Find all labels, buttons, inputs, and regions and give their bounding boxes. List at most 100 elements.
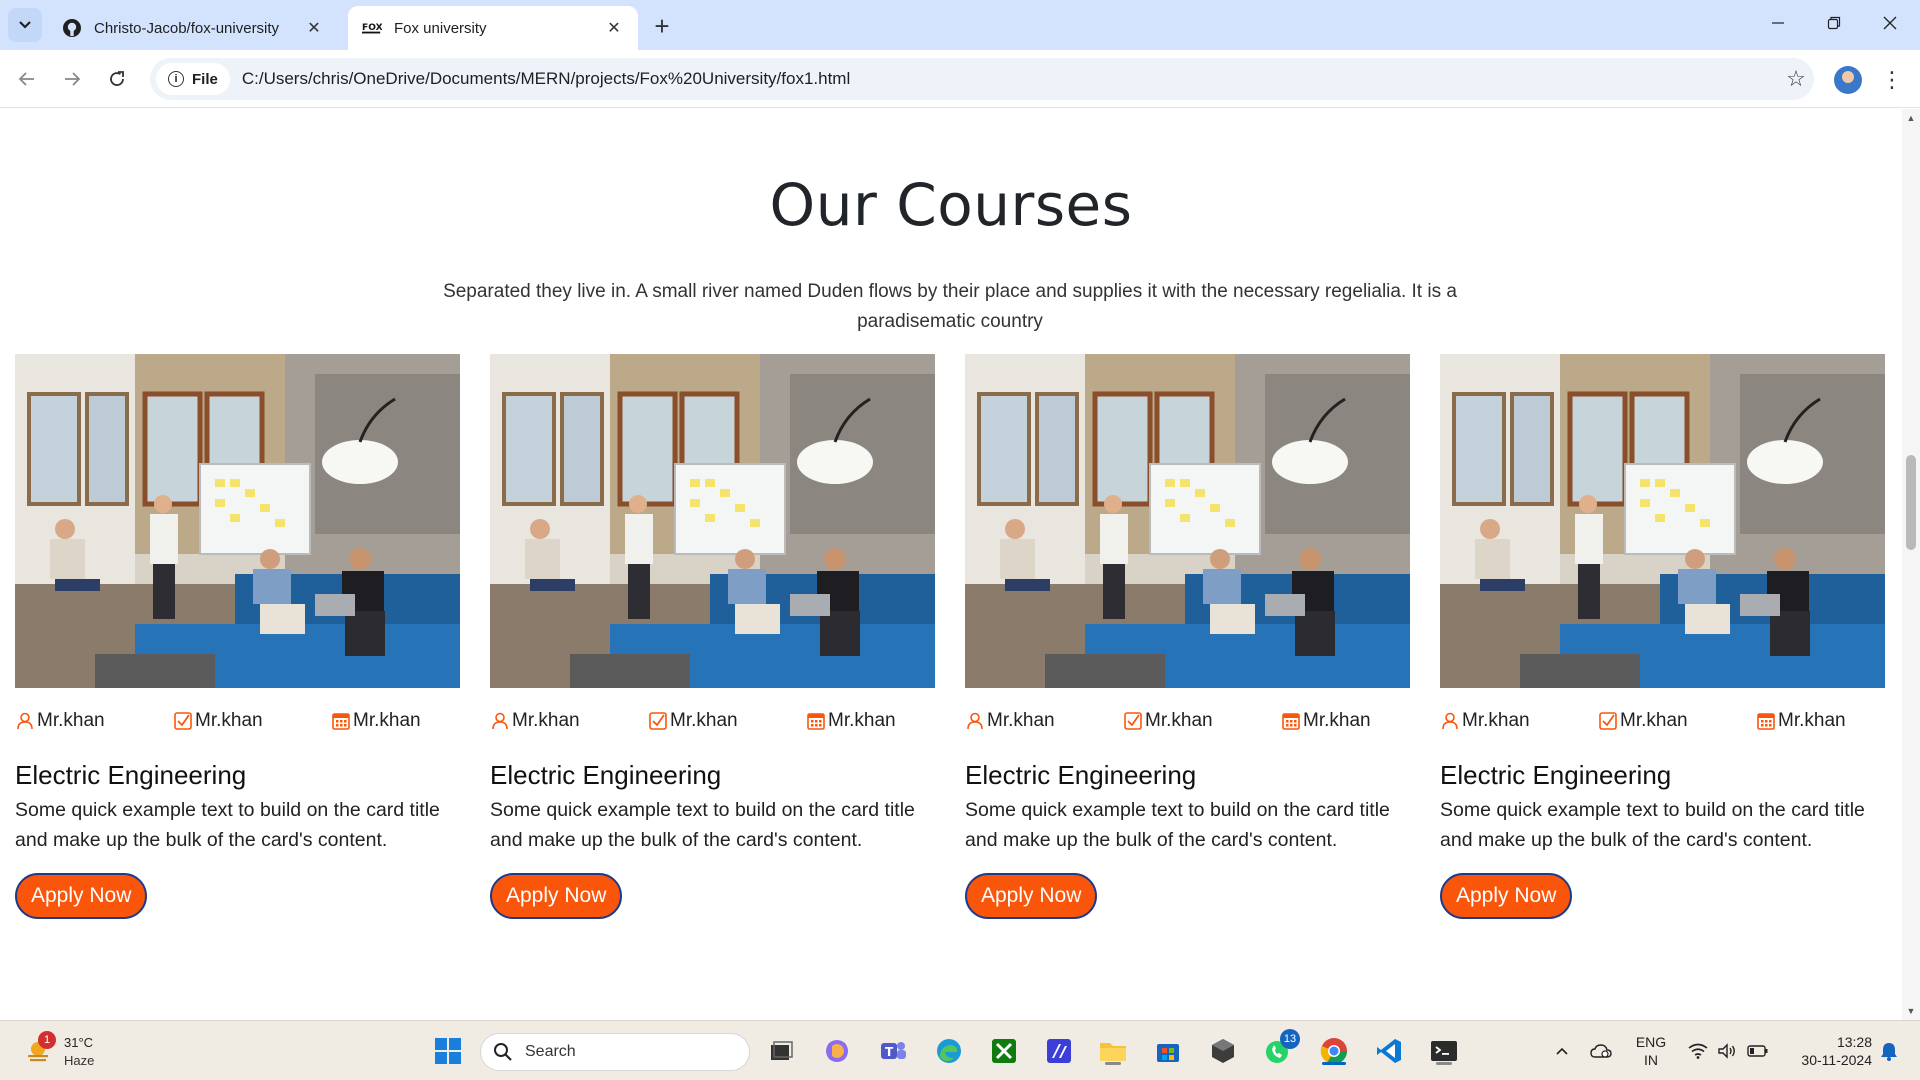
start-button[interactable]: [430, 1033, 466, 1069]
calendar-icon: [1281, 711, 1301, 731]
section-title: Our Courses: [769, 171, 1133, 239]
system-clock[interactable]: 13:28 30-11-2024: [1782, 1033, 1872, 1069]
minimize-icon: [1772, 22, 1784, 24]
cloud-sync-icon: [1590, 1044, 1612, 1058]
close-tab-icon[interactable]: ✕: [604, 18, 624, 38]
taskbar-teams[interactable]: T: [875, 1033, 911, 1069]
tab-github[interactable]: Christo-Jacob/fox-university ✕: [48, 6, 338, 50]
apply-now-button[interactable]: Apply Now: [15, 873, 148, 919]
taskbar-store[interactable]: [1150, 1033, 1186, 1069]
instructor-name: Mr.khan: [1620, 710, 1688, 731]
calendar-icon: [331, 711, 351, 731]
profile-avatar[interactable]: [1834, 66, 1862, 94]
weather-condition: Haze: [64, 1053, 95, 1068]
folder-icon: [1100, 1043, 1126, 1061]
taskbar-search[interactable]: Search: [480, 1033, 750, 1071]
running-indicator: [1436, 1062, 1452, 1065]
taskbar-task-view[interactable]: [763, 1033, 799, 1069]
input-language[interactable]: ENG IN: [1626, 1033, 1676, 1069]
course-title: Electric Engineering: [15, 760, 247, 790]
close-tab-icon[interactable]: ✕: [304, 18, 324, 38]
checkbox-icon: [173, 711, 193, 731]
taskbar-app-cube[interactable]: [1205, 1033, 1241, 1069]
course-meta-item: Mr.khan: [1123, 710, 1213, 732]
url-text[interactable]: C:/Users/chris/OneDrive/Documents/MERN/p…: [242, 69, 1778, 89]
course-meta-item: Mr.khan: [490, 710, 580, 732]
instructor-name: Mr.khan: [1778, 710, 1846, 731]
instructor-name: Mr.khan: [987, 710, 1055, 731]
weather-widget[interactable]: 1 31°C Haze: [18, 1031, 108, 1073]
course-title: Electric Engineering: [1440, 760, 1672, 790]
teams-icon: T: [881, 1042, 906, 1059]
instructor-name: Mr.khan: [37, 710, 105, 731]
course-meta-row: Mr.khan Mr.khan Mr.khan: [965, 710, 1410, 740]
checkbox-icon: [1598, 711, 1618, 731]
taskbar-vscode[interactable]: [1371, 1033, 1407, 1069]
wifi-status[interactable]: [1684, 1021, 1712, 1080]
fox-logo-icon: FOX: [362, 18, 382, 38]
taskbar-whatsapp[interactable]: 13: [1260, 1029, 1300, 1069]
site-info-chip[interactable]: i File: [156, 63, 230, 95]
course-image: [1440, 354, 1885, 688]
course-card: Mr.khan Mr.khan Mr.khan Electric Engineerin…: [965, 354, 1410, 919]
tab-title: Fox university: [394, 19, 487, 37]
tab-search-button[interactable]: [8, 8, 42, 42]
browser-tab-strip: Christo-Jacob/fox-university ✕ FOX Fox u…: [0, 0, 1920, 50]
course-meta-item: Mr.khan: [965, 710, 1055, 732]
show-hidden-icons[interactable]: [1548, 1021, 1576, 1080]
whatsapp-badge: 13: [1280, 1029, 1300, 1049]
new-tab-button[interactable]: +: [648, 11, 676, 41]
course-card: Mr.khan Mr.khan Mr.khan Electric Engineerin…: [1440, 354, 1885, 919]
onedrive-tray[interactable]: [1586, 1021, 1616, 1080]
browser-menu-icon[interactable]: ⋮: [1880, 66, 1904, 94]
clock-date: 30-11-2024: [1801, 1052, 1872, 1068]
bookmark-star-icon[interactable]: ☆: [1778, 66, 1814, 92]
apply-now-button[interactable]: Apply Now: [965, 873, 1098, 919]
taskbar-edge[interactable]: [931, 1033, 967, 1069]
instructor-name: Mr.khan: [512, 710, 580, 731]
clock-time: 13:28: [1836, 1034, 1872, 1050]
reload-button[interactable]: [100, 62, 134, 96]
forward-button[interactable]: [55, 62, 89, 96]
taskbar-chrome[interactable]: [1316, 1033, 1352, 1069]
course-meta-item: Mr.khan: [1756, 710, 1846, 732]
course-description: Some quick example text to build on the …: [965, 799, 1390, 851]
windows-taskbar: 1 31°C Haze Search T 13 ENG IN 13:28 30-…: [0, 1020, 1920, 1080]
chevron-down-icon: [19, 21, 31, 29]
course-meta-item: Mr.khan: [806, 710, 896, 732]
back-button[interactable]: [10, 62, 44, 96]
close-window-button[interactable]: [1862, 0, 1918, 46]
apply-now-button[interactable]: Apply Now: [1440, 873, 1573, 919]
taskbar-terminal[interactable]: [1426, 1033, 1462, 1069]
tab-fox-university[interactable]: FOX Fox university ✕: [348, 6, 638, 50]
xbox-icon: [992, 1039, 1016, 1063]
restore-button[interactable]: [1806, 0, 1862, 46]
user-icon: [965, 711, 985, 731]
instructor-name: Mr.khan: [670, 710, 738, 731]
course-meta-item: Mr.khan: [173, 710, 263, 732]
checkbox-icon: [1123, 711, 1143, 731]
taskbar-app[interactable]: [1041, 1033, 1077, 1069]
scroll-up-arrow-icon[interactable]: ▲: [1906, 113, 1916, 123]
course-photo: [965, 354, 1410, 688]
volume-status[interactable]: [1714, 1021, 1740, 1080]
apply-now-button[interactable]: Apply Now: [490, 873, 623, 919]
address-bar[interactable]: i File C:/Users/chris/OneDrive/Documents…: [150, 58, 1814, 100]
vscode-icon: [1377, 1039, 1401, 1063]
bell-icon: [1881, 1043, 1897, 1061]
battery-status[interactable]: [1744, 1021, 1772, 1080]
instructor-name: Mr.khan: [195, 710, 263, 731]
taskbar-file-explorer[interactable]: [1095, 1033, 1131, 1069]
taskbar-copilot[interactable]: [819, 1033, 855, 1069]
scheme-label: File: [192, 70, 218, 88]
course-photo: [1440, 354, 1885, 688]
scroll-down-arrow-icon[interactable]: ▼: [1906, 1006, 1916, 1016]
windows-logo-icon: [435, 1038, 461, 1064]
notification-center[interactable]: [1876, 1021, 1902, 1080]
scrollbar-thumb[interactable]: [1906, 455, 1916, 550]
minimize-button[interactable]: [1750, 0, 1806, 46]
cube-icon: [1212, 1039, 1234, 1063]
course-image: [15, 354, 460, 688]
page-scrollbar[interactable]: ▲ ▼: [1902, 109, 1920, 1020]
taskbar-xbox[interactable]: [986, 1033, 1022, 1069]
